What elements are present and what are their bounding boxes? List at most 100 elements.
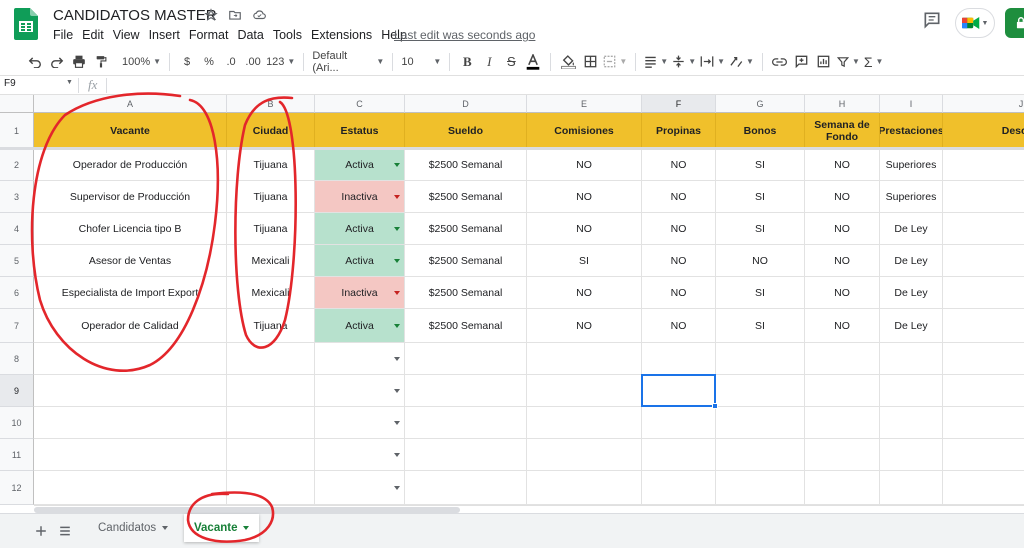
column-header-i[interactable]: I xyxy=(880,95,943,113)
cell-b5[interactable]: Mexicali xyxy=(227,245,315,277)
cell-a12[interactable] xyxy=(34,471,227,505)
chevron-down-icon[interactable] xyxy=(394,226,400,231)
cell-g9[interactable] xyxy=(716,375,805,407)
cell-f6[interactable]: NO xyxy=(642,277,716,309)
column-header-j[interactable]: J xyxy=(943,95,1024,113)
vertical-align-icon[interactable]: ▼ xyxy=(672,51,696,73)
cell-g4[interactable]: SI xyxy=(716,213,805,245)
header-cell-g[interactable]: Bonos xyxy=(716,113,805,149)
cell-d9[interactable] xyxy=(405,375,527,407)
column-header-c[interactable]: C xyxy=(315,95,405,113)
cell-d11[interactable] xyxy=(405,439,527,471)
cell-h4[interactable]: NO xyxy=(805,213,880,245)
cell-j10[interactable] xyxy=(943,407,1024,439)
row-header-2[interactable]: 2 xyxy=(0,149,34,181)
insert-chart-icon[interactable] xyxy=(815,51,833,73)
cell-j8[interactable] xyxy=(943,343,1024,375)
cell-a10[interactable] xyxy=(34,407,227,439)
spreadsheet-grid[interactable]: A B C D E F G H I J 1 Vacante Ciudad Estatus Sueldo Com… xyxy=(0,95,1024,505)
cell-d6[interactable]: $2500 Semanal xyxy=(405,277,527,309)
row-header-7[interactable]: 7 xyxy=(0,309,34,343)
column-header-d[interactable]: D xyxy=(405,95,527,113)
cell-e2[interactable]: NO xyxy=(527,149,642,181)
print-icon[interactable] xyxy=(70,51,88,73)
cell-e10[interactable] xyxy=(527,407,642,439)
cell-h10[interactable] xyxy=(805,407,880,439)
cell-c9[interactable] xyxy=(315,375,405,407)
cell-f2[interactable]: NO xyxy=(642,149,716,181)
cell-g7[interactable]: SI xyxy=(716,309,805,343)
header-cell-b[interactable]: Ciudad xyxy=(227,113,315,149)
cell-h8[interactable] xyxy=(805,343,880,375)
cell-g12[interactable] xyxy=(716,471,805,505)
cell-g10[interactable] xyxy=(716,407,805,439)
cell-b9[interactable] xyxy=(227,375,315,407)
cell-b7[interactable]: Tijuana xyxy=(227,309,315,343)
cell-b4[interactable]: Tijuana xyxy=(227,213,315,245)
cell-c10[interactable] xyxy=(315,407,405,439)
status-dropdown[interactable]: Activa xyxy=(315,245,405,277)
cell-a3[interactable]: Supervisor de Producción xyxy=(34,181,227,213)
sheet-tab-vacante[interactable]: Vacante xyxy=(184,514,260,542)
cell-i12[interactable] xyxy=(880,471,943,505)
cell-b8[interactable] xyxy=(227,343,315,375)
frozen-row-divider[interactable] xyxy=(0,147,1024,150)
cell-h11[interactable] xyxy=(805,439,880,471)
status-dropdown[interactable]: Inactiva xyxy=(315,181,405,213)
meet-button[interactable]: ▼ xyxy=(955,8,995,38)
chevron-down-icon[interactable] xyxy=(394,485,400,490)
text-wrap-icon[interactable]: ▼ xyxy=(700,51,725,73)
horizontal-scrollbar[interactable] xyxy=(34,505,1024,513)
cell-a9[interactable] xyxy=(34,375,227,407)
row-header-9[interactable]: 9 xyxy=(0,375,34,407)
header-cell-f[interactable]: Propinas xyxy=(642,113,716,149)
increase-decimal-button[interactable]: .00 xyxy=(244,51,262,73)
chevron-down-icon[interactable] xyxy=(394,452,400,457)
cell-f7[interactable]: NO xyxy=(642,309,716,343)
name-box[interactable]: F9 xyxy=(4,78,74,93)
cell-i8[interactable] xyxy=(880,343,943,375)
cell-j4[interactable] xyxy=(943,213,1024,245)
header-cell-h[interactable]: Semana de Fondo xyxy=(805,113,880,149)
chevron-down-icon[interactable] xyxy=(394,388,400,393)
italic-icon[interactable]: I xyxy=(480,51,498,73)
cell-g8[interactable] xyxy=(716,343,805,375)
font-family-select[interactable]: Default (Ari... ▼ xyxy=(312,50,384,74)
star-icon[interactable] xyxy=(203,7,219,23)
column-header-a[interactable]: A xyxy=(34,95,227,113)
status-dropdown[interactable]: Activa xyxy=(315,213,405,245)
column-header-g[interactable]: G xyxy=(716,95,805,113)
insert-link-icon[interactable] xyxy=(771,51,789,73)
filter-icon[interactable]: ▼ xyxy=(836,51,860,73)
cell-a6[interactable]: Especialista de Import Export xyxy=(34,277,227,309)
cell-h5[interactable]: NO xyxy=(805,245,880,277)
cell-b11[interactable] xyxy=(227,439,315,471)
cell-i7[interactable]: De Ley xyxy=(880,309,943,343)
chevron-down-icon[interactable] xyxy=(394,290,400,295)
cell-e12[interactable] xyxy=(527,471,642,505)
menu-format[interactable]: Format xyxy=(189,28,229,42)
font-size-select[interactable]: 10 ▼ xyxy=(401,51,441,73)
cell-d7[interactable]: $2500 Semanal xyxy=(405,309,527,343)
currency-format-button[interactable]: $ xyxy=(178,51,196,73)
cell-i9[interactable] xyxy=(880,375,943,407)
header-cell-j[interactable]: Descrip xyxy=(943,113,1024,149)
cell-e4[interactable]: NO xyxy=(527,213,642,245)
cell-g6[interactable]: SI xyxy=(716,277,805,309)
cell-i2[interactable]: Superiores xyxy=(880,149,943,181)
cell-e6[interactable]: NO xyxy=(527,277,642,309)
header-cell-i[interactable]: Prestaciones xyxy=(880,113,943,149)
add-sheet-icon[interactable] xyxy=(32,522,50,540)
cell-h2[interactable]: NO xyxy=(805,149,880,181)
cell-d4[interactable]: $2500 Semanal xyxy=(405,213,527,245)
row-header-12[interactable]: 12 xyxy=(0,471,34,505)
cell-f4[interactable]: NO xyxy=(642,213,716,245)
strikethrough-icon[interactable]: S xyxy=(502,51,520,73)
cell-f3[interactable]: NO xyxy=(642,181,716,213)
cell-f5[interactable]: NO xyxy=(642,245,716,277)
cell-c12[interactable] xyxy=(315,471,405,505)
menu-tools[interactable]: Tools xyxy=(273,28,302,42)
sheet-tab-candidatos[interactable]: Candidatos xyxy=(88,514,178,542)
redo-icon[interactable] xyxy=(48,51,66,73)
cell-h6[interactable]: NO xyxy=(805,277,880,309)
